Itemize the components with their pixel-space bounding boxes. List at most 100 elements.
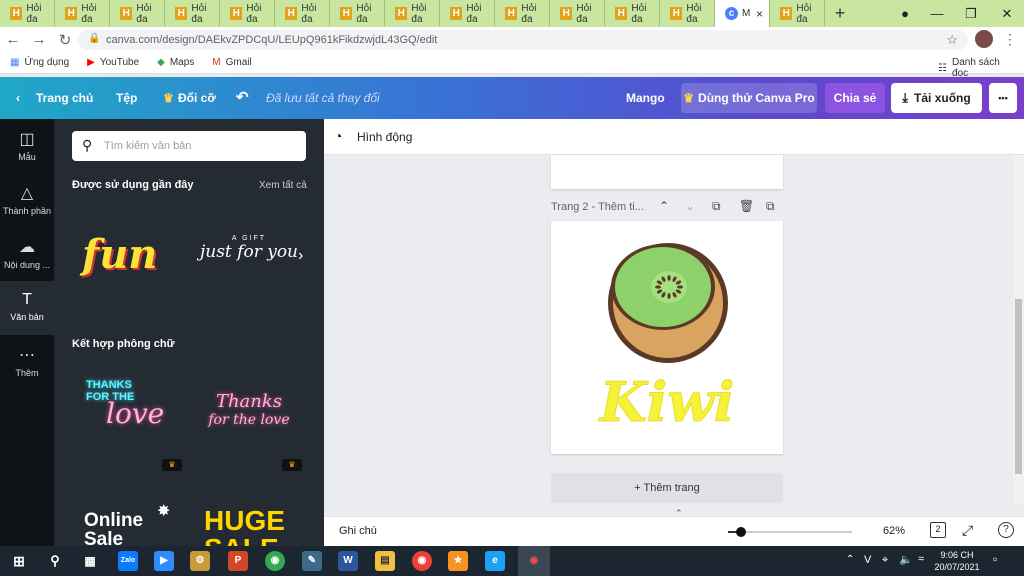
download-button[interactable]: ⤓ Tải xuống	[891, 83, 982, 113]
delete-page-icon[interactable]: 🗑	[739, 199, 754, 213]
tab-hoidap[interactable]: H Hỏi đa	[330, 0, 385, 27]
resize-menu[interactable]: Đổi cỡ	[178, 91, 216, 105]
text-search-input[interactable]: ⚲ Tìm kiếm văn bản	[72, 131, 306, 161]
tab-after[interactable]: H Hỏi đa	[770, 0, 825, 27]
url-field[interactable]: 🔒 canva.com/design/DAEkvZPDCqU/LEUpQ961k…	[78, 30, 968, 50]
reload-icon[interactable]: ↻	[52, 31, 78, 49]
combo-huge-sale[interactable]: HUGE SALE	[204, 507, 304, 547]
tool-icon[interactable]: ✎	[302, 551, 322, 571]
file-menu[interactable]: Tệp	[116, 91, 137, 105]
network-icon[interactable]: ⌖	[882, 554, 888, 567]
chrome-icon[interactable]: ◉	[265, 551, 285, 571]
zoom-slider-knob[interactable]	[736, 527, 747, 537]
combo-thanks-script[interactable]: Thanks for the love	[204, 391, 294, 451]
try-pro-button[interactable]: ♛ Dùng thử Canva Pro	[681, 83, 817, 113]
bookmark-apps[interactable]: ▦ Ứng dụng	[10, 57, 69, 68]
tab-hoidap[interactable]: H Hỏi đa	[165, 0, 220, 27]
page-count-button[interactable]: 2	[930, 522, 946, 538]
clock[interactable]: 9:06 CH 20/07/2021	[934, 549, 980, 573]
tab-hoidap[interactable]: H Hỏi đa	[440, 0, 495, 27]
add-page-icon[interactable]: ⧉	[766, 199, 775, 214]
rail-uploads[interactable]: ☁ Nội dung ...	[0, 227, 54, 281]
zoom-app-icon[interactable]: ▶	[154, 551, 174, 571]
tab-search-icon[interactable]: ●	[888, 0, 922, 27]
tab-hoidap[interactable]: H Hỏi đa	[495, 0, 550, 27]
more-options-button[interactable]: •••	[989, 83, 1017, 113]
animate-icon[interactable]: ◔	[334, 128, 342, 144]
tab-hoidap[interactable]: H Hỏi đa	[550, 0, 605, 27]
zalo-icon[interactable]: Zalo	[118, 551, 138, 571]
notifications-icon[interactable]: ▫	[993, 552, 997, 566]
edge-icon[interactable]: e	[485, 551, 505, 571]
animate-button[interactable]: Hình động	[357, 130, 412, 144]
chevron-up-icon[interactable]: ⌃	[659, 199, 669, 213]
text-preset-gift[interactable]: A GIFT just for you	[199, 235, 299, 275]
add-page-button[interactable]: + Thêm trang	[551, 473, 783, 503]
chevron-down-icon[interactable]: ⌄	[685, 199, 695, 213]
tab-label: Hỏi đa	[576, 2, 592, 25]
tab-active[interactable]: c M ×	[715, 0, 770, 27]
profile-avatar[interactable]	[975, 30, 993, 48]
combo-thanks-neon[interactable]: THANKS FOR THE love	[86, 379, 176, 449]
tray-chevron-icon[interactable]: ⌃	[846, 554, 854, 565]
tab-hoidap[interactable]: H Hỏi đa	[385, 0, 440, 27]
browser-menu-icon[interactable]: ⋮	[1003, 31, 1017, 48]
bookmark-star-icon[interactable]: ☆	[946, 32, 958, 48]
forward-arrow-icon[interactable]: →	[26, 31, 52, 48]
tab-hoidap[interactable]: H Hỏi đa	[605, 0, 660, 27]
undo-icon[interactable]: ↶	[236, 88, 249, 106]
home-link[interactable]: Trang chủ	[36, 91, 93, 105]
active-chrome-icon[interactable]: ◉	[518, 546, 550, 576]
volume-icon[interactable]: 🔈	[899, 553, 913, 566]
task-view-icon[interactable]: ▦	[80, 551, 100, 571]
tab-hoidap[interactable]: H Hỏi đa	[0, 0, 55, 27]
close-window-icon[interactable]: ✕	[990, 0, 1024, 27]
chrome-2-icon[interactable]: ◉	[412, 551, 432, 571]
rail-text[interactable]: T Văn bản	[0, 281, 54, 335]
help-button[interactable]: ?	[998, 522, 1014, 538]
bookmark-label: YouTube	[99, 57, 140, 68]
powerpoint-icon[interactable]: P	[228, 551, 248, 571]
new-tab-button[interactable]: +	[825, 3, 855, 24]
design-name[interactable]: Mango	[626, 91, 665, 105]
page-2-label[interactable]: Trang 2 - Thêm ti...	[551, 201, 644, 213]
tab-hoidap[interactable]: H Hỏi đa	[55, 0, 110, 27]
reading-list[interactable]: ☷ Danh sách đọc	[938, 57, 1006, 79]
page-1-canvas[interactable]	[551, 155, 783, 189]
notes-button[interactable]: Ghi chú	[339, 525, 377, 537]
tab-hoidap[interactable]: H Hỏi đa	[275, 0, 330, 27]
rail-elements[interactable]: △ Thành phần	[0, 173, 54, 227]
app-icon[interactable]: ⚙	[190, 551, 210, 571]
windows-start-icon[interactable]: ⊞	[9, 551, 29, 571]
back-arrow-icon[interactable]: ←	[0, 31, 26, 48]
zoom-slider[interactable]	[728, 527, 852, 537]
zoom-level[interactable]: 62%	[883, 525, 905, 537]
word-icon[interactable]: W	[338, 551, 358, 571]
bookmark-youtube[interactable]: ▶ YouTube	[87, 57, 139, 68]
bookmark-maps[interactable]: ◆ Maps	[157, 57, 194, 68]
duplicate-page-icon[interactable]: ⧉	[712, 199, 721, 214]
app-2-icon[interactable]: ★	[448, 551, 468, 571]
tab-hoidap[interactable]: H Hỏi đa	[220, 0, 275, 27]
see-all-link[interactable]: Xem tất cả	[259, 180, 307, 191]
fullscreen-icon[interactable]: ⤢	[962, 522, 973, 539]
chevron-right-icon[interactable]: ›	[298, 247, 303, 265]
page-2-canvas[interactable]: Kiwi	[551, 221, 783, 454]
share-button[interactable]: Chia sẻ	[825, 83, 885, 113]
file-explorer-icon[interactable]: ▤	[375, 551, 395, 571]
minimize-icon[interactable]: —	[920, 0, 954, 27]
tab-hoidap[interactable]: H Hỏi đa	[110, 0, 165, 27]
chevron-left-icon[interactable]: ‹	[16, 91, 20, 105]
rail-more[interactable]: ⋯ Thêm	[0, 335, 54, 389]
scrollbar-thumb[interactable]	[1015, 299, 1022, 474]
rail-templates[interactable]: ◫ Mẫu	[0, 119, 54, 173]
close-tab-icon[interactable]: ×	[756, 7, 763, 21]
text-preset-fun[interactable]: fun	[82, 231, 182, 281]
bookmark-gmail[interactable]: M Gmail	[212, 57, 251, 68]
wifi-icon[interactable]: ≈	[918, 553, 924, 565]
search-icon[interactable]: ⚲	[45, 551, 65, 571]
restore-icon[interactable]: ❐	[954, 0, 988, 27]
tab-hoidap[interactable]: H Hỏi đa	[660, 0, 715, 27]
language-indicator[interactable]: V	[864, 554, 871, 566]
pro-crown-icon: ♛	[282, 459, 302, 471]
